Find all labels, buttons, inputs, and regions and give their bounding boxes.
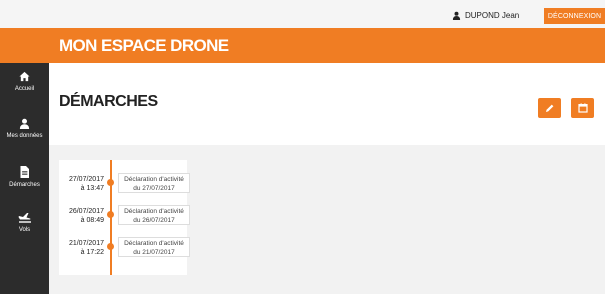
logout-button[interactable]: DÉCONNEXION [544,8,605,24]
sidebar-item-label: Mes données [6,133,43,139]
sidebar-item-label: Accueil [14,86,35,92]
plane-icon [18,213,31,223]
sidebar-item-label: Démarches [9,182,40,188]
sidebar-item-label: Vols [18,227,31,233]
timeline-entry-date: 27/07/2017 à 13:47 [68,176,104,192]
page-title: DÉMARCHES [59,93,158,110]
calendar-button[interactable] [571,98,594,118]
document-icon [20,166,29,178]
timeline-dot [107,211,114,218]
sidebar-item-mes-donnees[interactable]: Mes données [0,118,49,139]
timeline-dot [107,179,114,186]
timeline-dot [107,243,114,250]
timeline-entry-0[interactable]: Déclaration d'activité du 27/07/2017 [118,173,190,193]
home-icon [19,71,30,82]
user-icon [452,11,461,20]
sidebar-item-demarches[interactable]: Démarches [0,166,49,188]
timeline-entry-1[interactable]: Déclaration d'activité du 26/07/2017 [118,205,190,225]
calendar-icon [577,103,588,113]
pencil-icon [545,104,553,112]
app-title: MON ESPACE DRONE [59,36,229,55]
user-info[interactable]: DUPOND Jean [452,8,519,22]
timeline-entry-date: 26/07/2017 à 08:49 [68,208,104,224]
sidebar-item-vols[interactable]: Vols [0,211,49,233]
edit-button[interactable] [538,98,561,118]
timeline-entry-2[interactable]: Déclaration d'activité du 21/07/2017 [118,237,190,257]
user-icon [19,118,30,129]
sidebar-item-accueil[interactable]: Accueil [0,71,49,92]
user-name: DUPOND Jean [465,10,520,20]
timeline-entry-date: 21/07/2017 à 17:22 [68,240,104,256]
